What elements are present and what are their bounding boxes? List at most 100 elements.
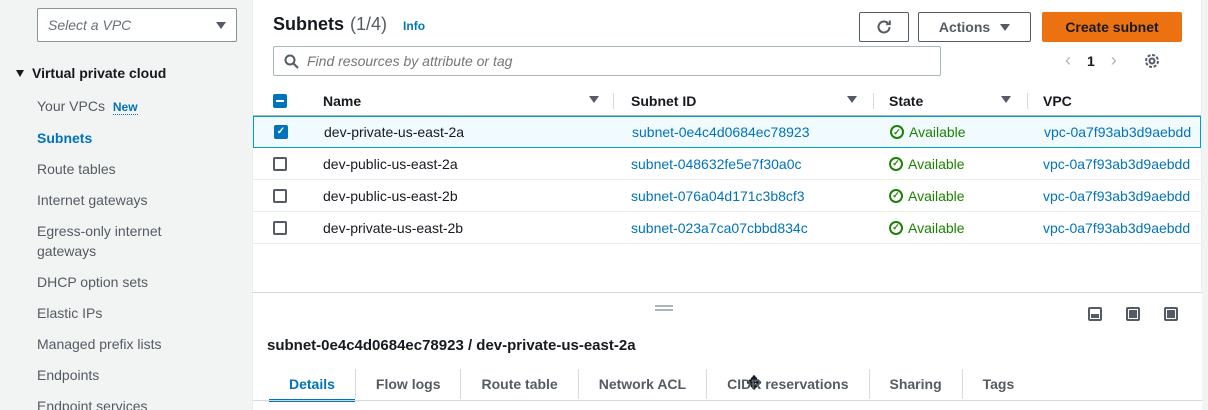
panel-close-icon[interactable] bbox=[1164, 307, 1178, 321]
previous-page-button[interactable]: ‹ bbox=[1065, 50, 1071, 71]
vpc-id-link[interactable]: vpc-0a7f93ab3d9aebdd bbox=[1043, 180, 1203, 211]
row-checkbox-cell: ✓ bbox=[274, 117, 294, 147]
check-circle-icon: ✓ bbox=[889, 220, 903, 235]
nav-section-toggle[interactable]: Virtual private cloud bbox=[16, 65, 166, 81]
create-subnet-button[interactable]: Create subnet bbox=[1042, 12, 1182, 42]
tab-tags[interactable]: Tags bbox=[963, 369, 1035, 399]
check-circle-icon: ✓ bbox=[890, 125, 904, 139]
sidebar-item-route-tables[interactable]: Route tables bbox=[37, 159, 242, 179]
table-row[interactable]: dev-public-us-east-2b subnet-076a04d171c… bbox=[253, 180, 1201, 212]
sidebar-item-dhcp-option-sets[interactable]: DHCP option sets bbox=[37, 272, 242, 292]
right-gutter bbox=[1202, 0, 1208, 410]
column-divider[interactable] bbox=[873, 93, 874, 109]
refresh-button[interactable] bbox=[859, 12, 909, 42]
sidebar: Select a VPC Virtual private cloud Your … bbox=[0, 0, 252, 410]
subnet-name: dev-public-us-east-2b bbox=[323, 187, 458, 204]
subnet-id-link[interactable]: subnet-048632fe5e7f30a0c bbox=[631, 148, 861, 179]
column-header-state[interactable]: State bbox=[889, 86, 1019, 115]
caret-down-icon bbox=[16, 69, 24, 77]
state-cell: ✓ Available bbox=[889, 148, 1019, 179]
check-circle-icon: ✓ bbox=[889, 188, 903, 203]
row-checkbox-cell bbox=[273, 212, 293, 243]
panel-bottom-icon[interactable] bbox=[1088, 307, 1102, 321]
state-cell: ✓ Available bbox=[889, 180, 1019, 211]
page-title: Subnets bbox=[273, 14, 345, 34]
subnet-id-link[interactable]: subnet-023a7ca07cbbd834c bbox=[631, 212, 861, 243]
actions-label: Actions bbox=[938, 19, 991, 35]
table-row[interactable]: ✓ dev-private-us-east-2a subnet-0e4c4d06… bbox=[253, 116, 1201, 148]
status-text: Available bbox=[909, 124, 966, 140]
row-checkbox[interactable]: ✓ bbox=[274, 125, 288, 139]
sidebar-item-label: Your VPCs bbox=[37, 98, 105, 114]
vpc-id-link[interactable]: vpc-0a7f93ab3d9aebdd bbox=[1043, 148, 1203, 179]
search-box bbox=[273, 46, 941, 76]
sidebar-item-your-vpcs[interactable]: Your VPCs New bbox=[37, 96, 242, 117]
vpc-id-link[interactable]: vpc-0a7f93ab3d9aebdd bbox=[1043, 212, 1203, 243]
detail-tabs: Details Flow logs Route table ✥ Network … bbox=[269, 369, 1035, 402]
check-circle-icon: ✓ bbox=[889, 156, 903, 171]
search-icon bbox=[284, 54, 299, 69]
tab-sharing[interactable]: Sharing bbox=[870, 369, 963, 399]
status-badge: ✓ Available bbox=[889, 156, 965, 172]
info-link[interactable]: Info bbox=[403, 19, 425, 33]
panel-side-icon[interactable] bbox=[1126, 307, 1140, 321]
tab-flow-logs[interactable]: Flow logs bbox=[356, 369, 462, 399]
sidebar-item-managed-prefix-lists[interactable]: Managed prefix lists bbox=[37, 334, 242, 354]
tab-cidr-reservations[interactable]: CIDR reservations bbox=[707, 369, 870, 399]
column-header-name[interactable]: Name bbox=[323, 86, 603, 115]
chevron-down-icon bbox=[216, 21, 226, 29]
details-split-panel: subnet-0e4c4d0684ec78923 / dev-private-u… bbox=[252, 292, 1202, 410]
vpc-filter-select[interactable]: Select a VPC bbox=[37, 8, 237, 42]
sort-icon[interactable] bbox=[589, 96, 599, 103]
tab-details[interactable]: Details bbox=[269, 369, 356, 402]
select-all-checkbox-cell bbox=[273, 86, 293, 115]
tab-route-table-label: Route table bbox=[481, 376, 558, 392]
column-header-vpc[interactable]: VPC bbox=[1043, 86, 1203, 115]
tab-network-acl[interactable]: Network ACL bbox=[579, 369, 708, 399]
row-checkbox[interactable] bbox=[273, 220, 287, 235]
table-header-row: Name Subnet ID State VPC bbox=[253, 86, 1201, 116]
pagination: ‹ 1 › bbox=[1065, 50, 1161, 71]
row-checkbox[interactable] bbox=[273, 188, 287, 203]
subnet-id-link[interactable]: subnet-076a04d171c3b8cf3 bbox=[631, 180, 861, 211]
state-cell: ✓ Available bbox=[890, 117, 1020, 147]
subnets-panel: Subnets (1/4) Info Actions Create subnet… bbox=[252, 0, 1202, 292]
next-page-button[interactable]: › bbox=[1111, 50, 1117, 71]
status-badge: ✓ Available bbox=[889, 220, 965, 236]
sidebar-item-endpoints[interactable]: Endpoints bbox=[37, 365, 242, 385]
table-row[interactable]: dev-private-us-east-2b subnet-023a7ca07c… bbox=[253, 212, 1201, 244]
chevron-down-icon bbox=[1000, 23, 1011, 31]
sidebar-item-elastic-ips[interactable]: Elastic IPs bbox=[37, 303, 242, 323]
subnet-name: dev-private-us-east-2b bbox=[323, 219, 464, 236]
column-divider[interactable] bbox=[1027, 93, 1028, 109]
column-header-subnet-id[interactable]: Subnet ID bbox=[631, 86, 861, 115]
row-checkbox-cell bbox=[273, 180, 293, 211]
sidebar-item-internet-gateways[interactable]: Internet gateways bbox=[37, 190, 242, 210]
current-page-number[interactable]: 1 bbox=[1087, 53, 1095, 69]
resize-handle[interactable] bbox=[655, 305, 673, 311]
select-all-checkbox[interactable] bbox=[273, 93, 287, 108]
state-cell: ✓ Available bbox=[889, 212, 1019, 243]
search-input[interactable] bbox=[307, 53, 907, 69]
subnets-table: Name Subnet ID State VPC ✓ dev-private-u… bbox=[253, 86, 1201, 244]
subnet-id-link[interactable]: subnet-0e4c4d0684ec78923 bbox=[632, 117, 862, 147]
sidebar-item-egress-only-gateways[interactable]: Egress-only internet gateways bbox=[37, 221, 187, 261]
sidebar-item-endpoint-services[interactable]: Endpoint services bbox=[37, 396, 242, 410]
new-badge: New bbox=[112, 100, 138, 115]
vpc-id-link[interactable]: vpc-0a7f93ab3d9aebdd bbox=[1044, 117, 1204, 147]
sort-icon[interactable] bbox=[1001, 96, 1011, 103]
panel-header: Subnets (1/4) Info bbox=[273, 14, 425, 35]
row-checkbox[interactable] bbox=[273, 156, 287, 171]
column-divider[interactable] bbox=[613, 93, 614, 109]
tab-route-table[interactable]: Route table ✥ bbox=[461, 369, 762, 399]
gear-icon[interactable] bbox=[1143, 52, 1161, 70]
actions-button[interactable]: Actions bbox=[918, 12, 1031, 42]
table-row[interactable]: dev-public-us-east-2a subnet-048632fe5e7… bbox=[253, 148, 1201, 180]
subnet-name: dev-private-us-east-2a bbox=[324, 124, 465, 140]
row-checkbox-cell bbox=[273, 148, 293, 179]
nav-section-title: Virtual private cloud bbox=[32, 65, 167, 81]
sort-icon[interactable] bbox=[847, 96, 857, 103]
sidebar-item-subnets[interactable]: Subnets bbox=[37, 128, 242, 148]
status-text: Available bbox=[908, 187, 965, 204]
refresh-icon bbox=[877, 20, 891, 34]
